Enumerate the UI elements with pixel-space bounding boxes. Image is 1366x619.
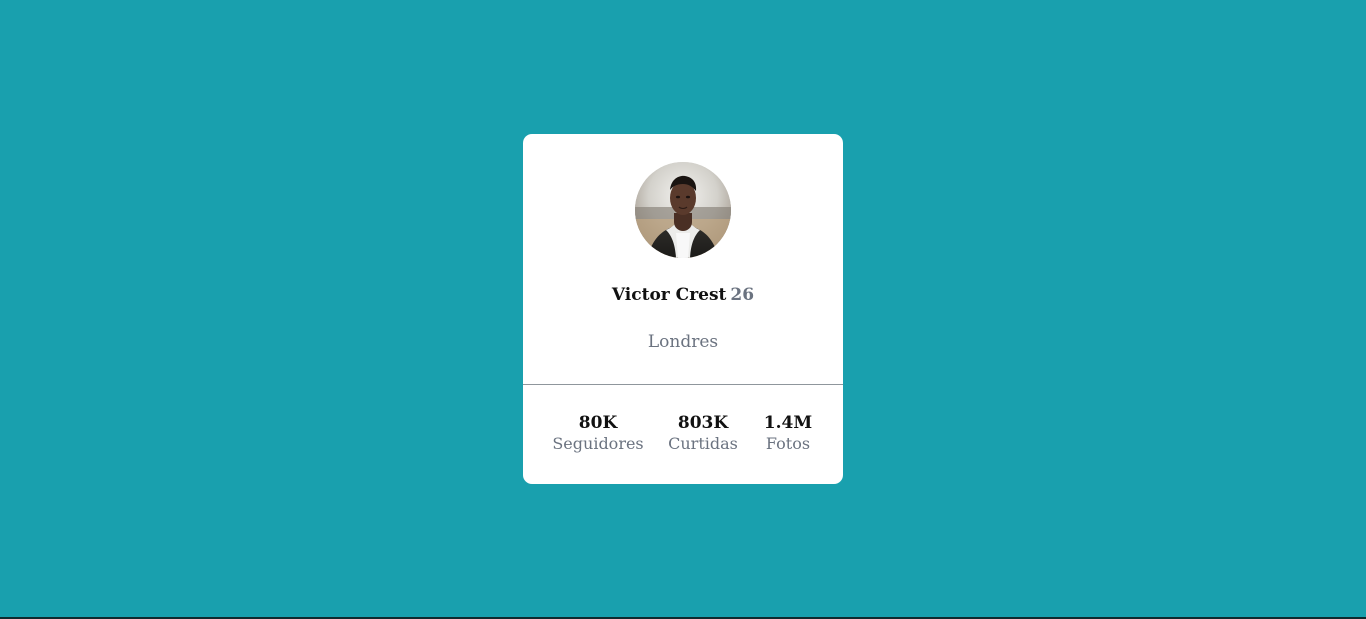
profile-card: Victor Crest 26 Londres 80K Seguidores 80… bbox=[523, 134, 843, 484]
divider bbox=[523, 384, 843, 385]
profile-name-line: Victor Crest 26 bbox=[523, 284, 843, 306]
person-photo-icon bbox=[635, 162, 731, 258]
profile-name: Victor Crest bbox=[611, 285, 727, 305]
avatar bbox=[635, 162, 731, 258]
stat-photos: 1.4M Fotos bbox=[738, 412, 838, 454]
profile-location: Londres bbox=[647, 332, 719, 352]
stat-value: 80K bbox=[578, 413, 618, 433]
stat-value: 1.4M bbox=[763, 413, 813, 433]
profile-stats: 80K Seguidores 803K Curtidas 1.4M Fotos bbox=[523, 412, 843, 458]
stat-followers: 80K Seguidores bbox=[548, 412, 648, 454]
stat-label: Seguidores bbox=[552, 434, 644, 453]
stat-label: Fotos bbox=[765, 434, 811, 453]
profile-age: 26 bbox=[730, 285, 755, 305]
